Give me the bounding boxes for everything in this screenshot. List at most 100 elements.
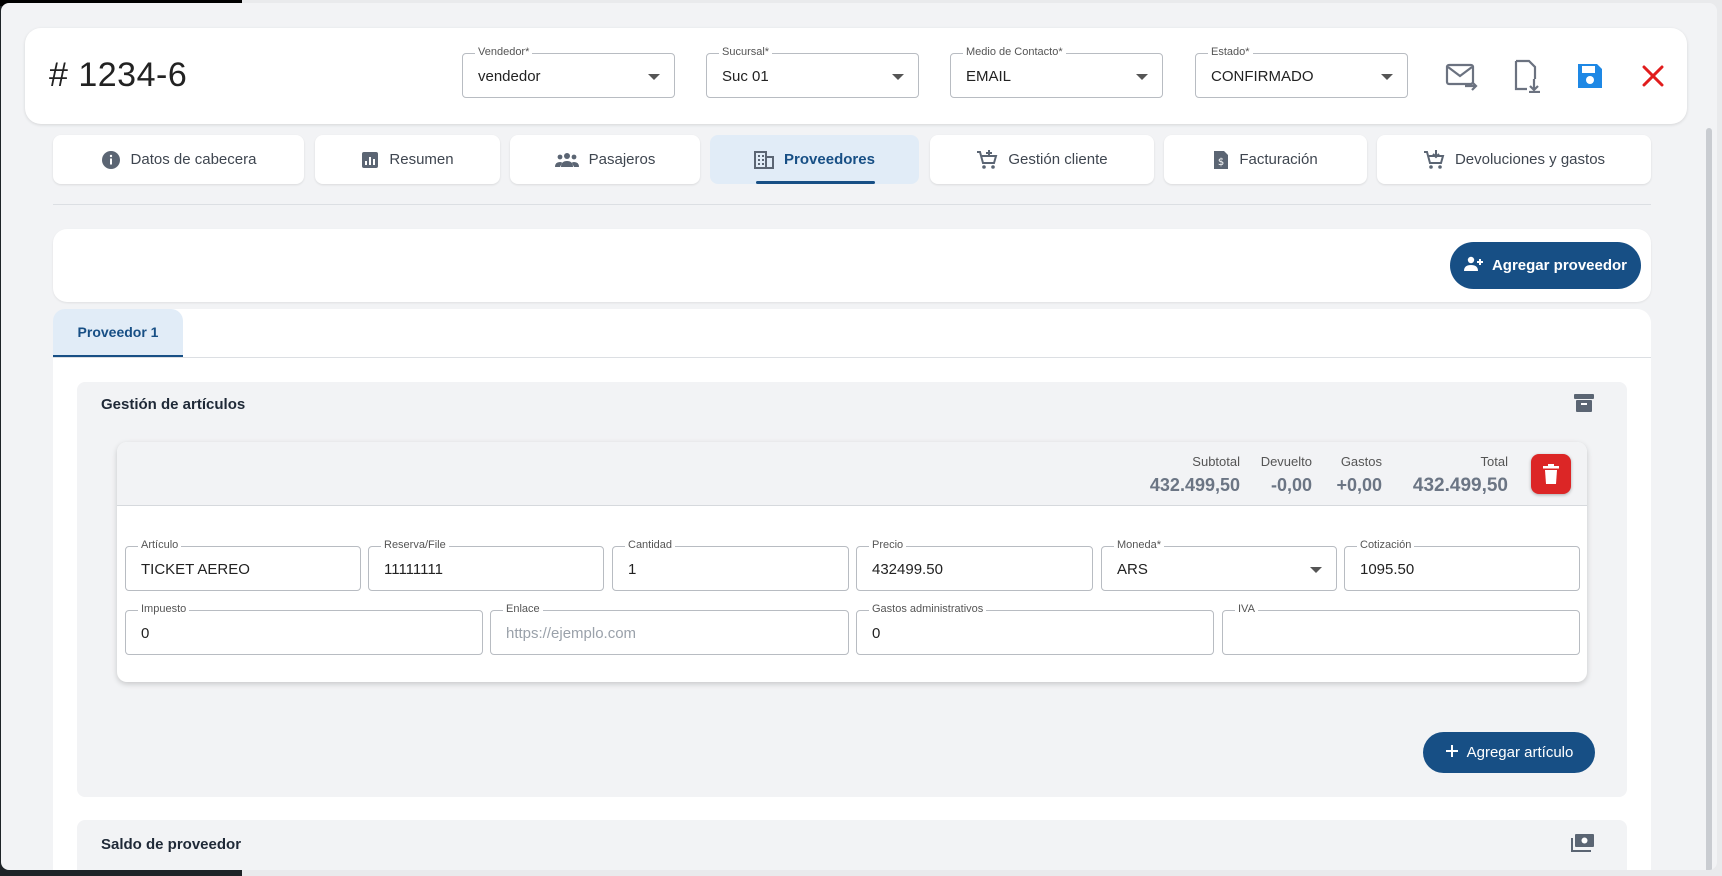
tab-label: Devoluciones y gastos: [1454, 151, 1606, 168]
precio-value: 432499.50: [872, 561, 943, 578]
precio-label: Precio: [869, 539, 907, 551]
reserva-file-label: Reserva/File: [381, 539, 449, 551]
impuesto-value: 0: [141, 625, 150, 642]
cotizacion-field[interactable]: Cotización 1095.50: [1344, 539, 1580, 591]
iva-label: IVA: [1235, 603, 1258, 615]
subtotal-label: Subtotal: [1192, 454, 1240, 469]
download-file-icon[interactable]: [1507, 56, 1547, 96]
articles-section: Gestión de artículos Subtotal 432.499,50…: [77, 382, 1627, 797]
balance-section-title: Saldo de proveedor: [101, 836, 242, 853]
medio-contacto-value: EMAIL: [966, 68, 1012, 85]
provider-tab-1[interactable]: Proveedor 1: [53, 309, 183, 357]
active-tab-indicator: [756, 181, 875, 184]
delete-article-button[interactable]: [1531, 454, 1571, 494]
estado-value: CONFIRMADO: [1211, 68, 1314, 85]
chevron-down-icon: [1381, 74, 1393, 80]
save-icon[interactable]: [1570, 56, 1610, 96]
tab-label: Datos de cabecera: [130, 151, 257, 168]
svg-text:$: $: [1218, 157, 1224, 168]
medio-contacto-label: Medio de Contacto*: [963, 46, 1066, 58]
tabs-divider: [53, 204, 1651, 205]
tab-proveedores[interactable]: Proveedores: [710, 135, 919, 184]
reserva-file-field[interactable]: Reserva/File 11111111: [368, 539, 604, 591]
info-icon: [101, 150, 121, 170]
vendedor-select[interactable]: Vendedor* vendedor: [462, 46, 675, 98]
estado-label: Estado*: [1208, 46, 1253, 58]
sucursal-value: Suc 01: [722, 68, 769, 85]
reserva-file-value: 11111111: [384, 561, 443, 578]
group-icon: [554, 152, 579, 168]
tab-facturacion[interactable]: $ Facturación: [1164, 135, 1367, 184]
subtotal-value: 432.499,50: [1149, 475, 1240, 495]
chevron-down-icon: [1310, 567, 1322, 573]
total-label: Total: [1480, 454, 1508, 469]
medio-contacto-select[interactable]: Medio de Contacto* EMAIL: [950, 46, 1163, 98]
enlace-placeholder: https://ejemplo.com: [506, 625, 637, 642]
enlace-field[interactable]: Enlace https://ejemplo.com: [490, 603, 849, 655]
add-user-icon: [1463, 256, 1484, 276]
order-number: # 1234-6: [49, 56, 188, 94]
tab-label: Gestión cliente: [1008, 151, 1108, 168]
sucursal-label: Sucursal*: [719, 46, 773, 58]
cart-return-icon: [1423, 149, 1445, 170]
gastos-administrativos-value: 0: [872, 625, 881, 642]
estado-select[interactable]: Estado* CONFIRMADO: [1195, 46, 1408, 98]
provider-tabs-divider: [53, 357, 1651, 358]
tab-label: Pasajeros: [588, 151, 656, 168]
subtotal-summary: Subtotal 432.499,50: [1150, 454, 1240, 496]
tab-resumen[interactable]: Resumen: [315, 135, 500, 184]
tab-datos-cabecera[interactable]: Datos de cabecera: [53, 135, 304, 184]
add-provider-label: Agregar proveedor: [1491, 257, 1628, 274]
add-provider-button[interactable]: Agregar proveedor: [1450, 242, 1641, 289]
cart-add-icon: [976, 149, 998, 170]
provider-actions-card: Agregar proveedor: [53, 229, 1651, 302]
add-article-button[interactable]: Agregar artículo: [1423, 732, 1595, 773]
precio-field[interactable]: Precio 432499.50: [856, 539, 1093, 591]
tab-devoluciones-gastos[interactable]: Devoluciones y gastos: [1377, 135, 1651, 184]
tab-label: Proveedores: [784, 151, 875, 168]
articulo-label: Artículo: [138, 539, 182, 551]
cantidad-label: Cantidad: [625, 539, 676, 551]
impuesto-field[interactable]: Impuesto 0: [125, 603, 483, 655]
chevron-down-icon: [648, 74, 660, 80]
devuelto-summary: Devuelto -0,00: [1261, 454, 1312, 496]
close-icon[interactable]: [1633, 56, 1673, 96]
cash-icon[interactable]: [1571, 833, 1595, 858]
gastos-label: Gastos: [1340, 454, 1382, 469]
cantidad-field[interactable]: Cantidad 1: [612, 539, 849, 591]
articulo-value: TICKET AEREO: [141, 561, 250, 578]
scrollbar[interactable]: [1706, 128, 1712, 870]
trash-icon: [1543, 464, 1559, 484]
article-card: Subtotal 432.499,50 Devuelto -0,00 Gasto…: [117, 442, 1587, 682]
dialog-header: # 1234-6 Vendedor* vendedor Sucursal* Su…: [25, 28, 1687, 124]
chevron-down-icon: [892, 74, 904, 80]
send-email-icon[interactable]: [1442, 56, 1482, 96]
building-icon: [754, 150, 775, 169]
provider-panel: Proveedor 1 Gestión de artículos Subtota…: [53, 309, 1651, 870]
tab-pasajeros[interactable]: Pasajeros: [510, 135, 700, 184]
moneda-value: ARS: [1117, 561, 1148, 578]
iva-field[interactable]: IVA: [1222, 603, 1580, 655]
chevron-down-icon: [1136, 74, 1148, 80]
articles-section-title: Gestión de artículos: [101, 396, 246, 413]
invoice-icon: $: [1213, 150, 1229, 170]
vendedor-value: vendedor: [478, 68, 541, 85]
impuesto-label: Impuesto: [138, 603, 190, 615]
enlace-label: Enlace: [503, 603, 543, 615]
gastos-administrativos-field[interactable]: Gastos administrativos 0: [856, 603, 1214, 655]
sucursal-select[interactable]: Sucursal* Suc 01: [706, 46, 919, 98]
tab-label: Resumen: [389, 151, 454, 168]
gastos-value: +0,00: [1336, 475, 1382, 495]
provider-balance-section: Saldo de proveedor: [77, 820, 1627, 870]
cantidad-value: 1: [628, 561, 637, 578]
vendedor-label: Vendedor*: [475, 46, 533, 58]
cotizacion-label: Cotización: [1357, 539, 1415, 551]
tab-label: Facturación: [1239, 151, 1318, 168]
gastos-administrativos-label: Gastos administrativos: [869, 603, 987, 615]
moneda-select[interactable]: Moneda* ARS: [1101, 539, 1337, 591]
tab-gestion-cliente[interactable]: Gestión cliente: [930, 135, 1154, 184]
articulo-field[interactable]: Artículo TICKET AEREO: [125, 539, 361, 591]
plus-icon: [1445, 744, 1459, 762]
archive-icon[interactable]: [1573, 392, 1595, 419]
gastos-summary: Gastos +0,00: [1336, 454, 1382, 496]
